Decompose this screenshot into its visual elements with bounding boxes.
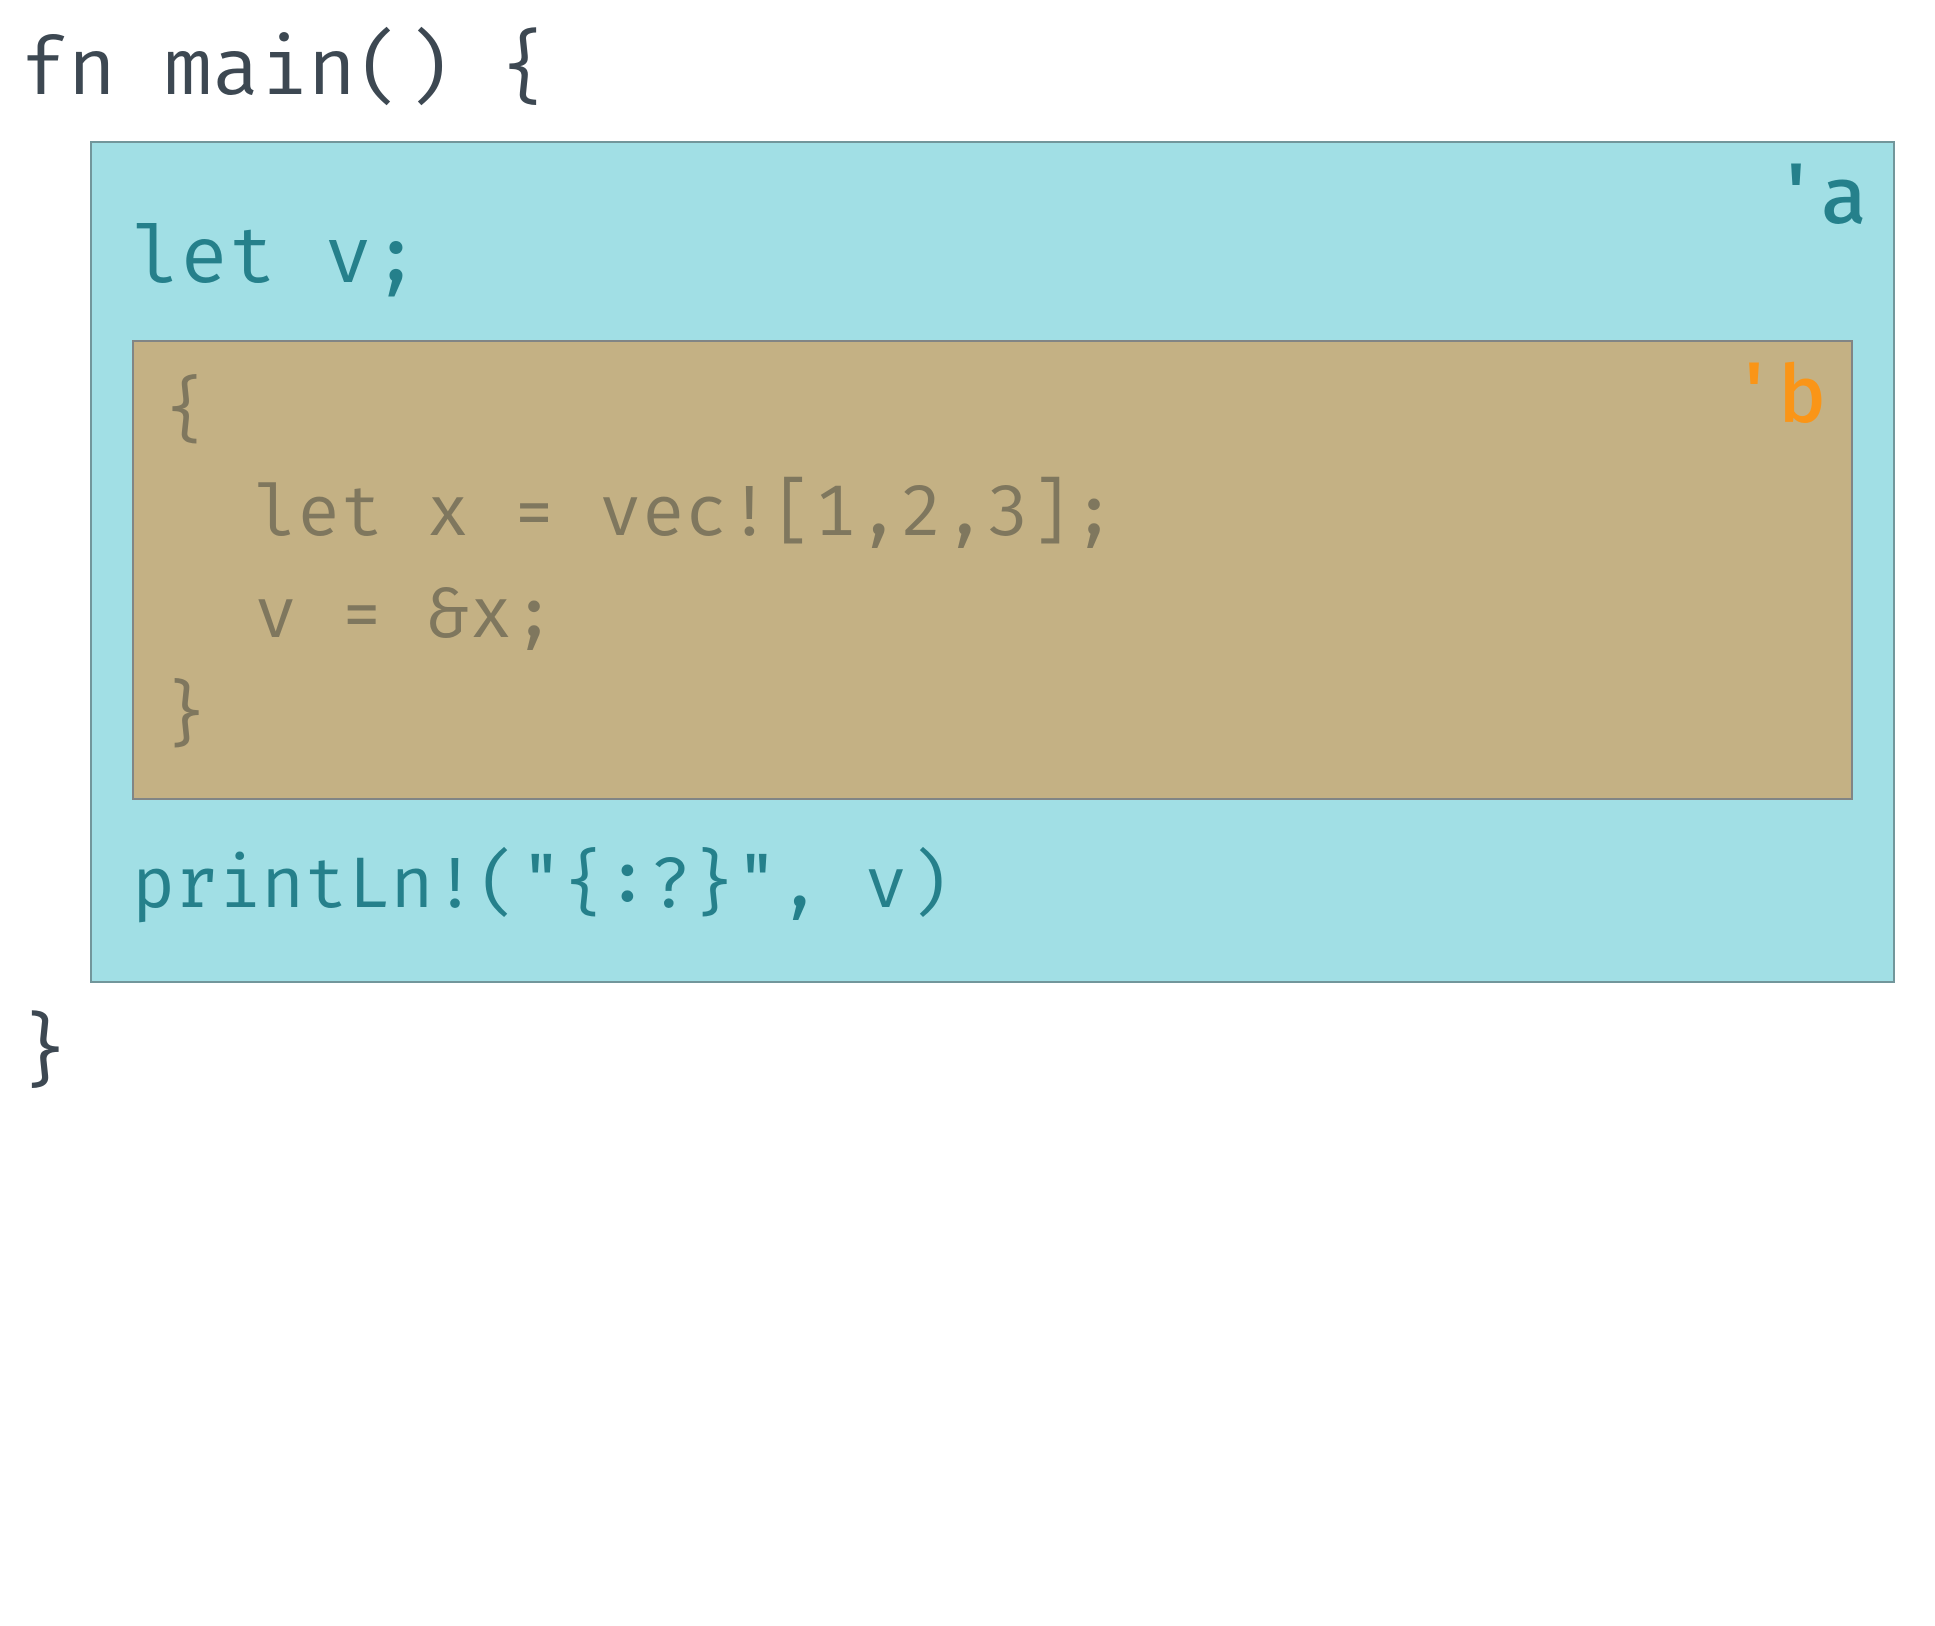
fn-signature: fn main() {	[20, 20, 1915, 121]
lifetime-a-label: 'a	[1772, 151, 1868, 247]
let-v-declaration: let v;	[132, 208, 1853, 309]
inner-close-brace: }	[164, 666, 1821, 768]
scope-b-box: 'b { let x = vec![1,2,3]; v = &x; }	[132, 340, 1853, 800]
main-close-brace: }	[20, 1003, 1915, 1104]
inner-open-brace: {	[164, 362, 1821, 464]
scope-a-box: 'a let v; 'b { let x = vec![1,2,3]; v = …	[90, 141, 1895, 982]
let-x-declaration: let x = vec![1,2,3];	[164, 463, 1821, 565]
println-call: printLn!("{:?}", v)	[132, 840, 1853, 931]
v-assignment: v = &x;	[164, 565, 1821, 667]
